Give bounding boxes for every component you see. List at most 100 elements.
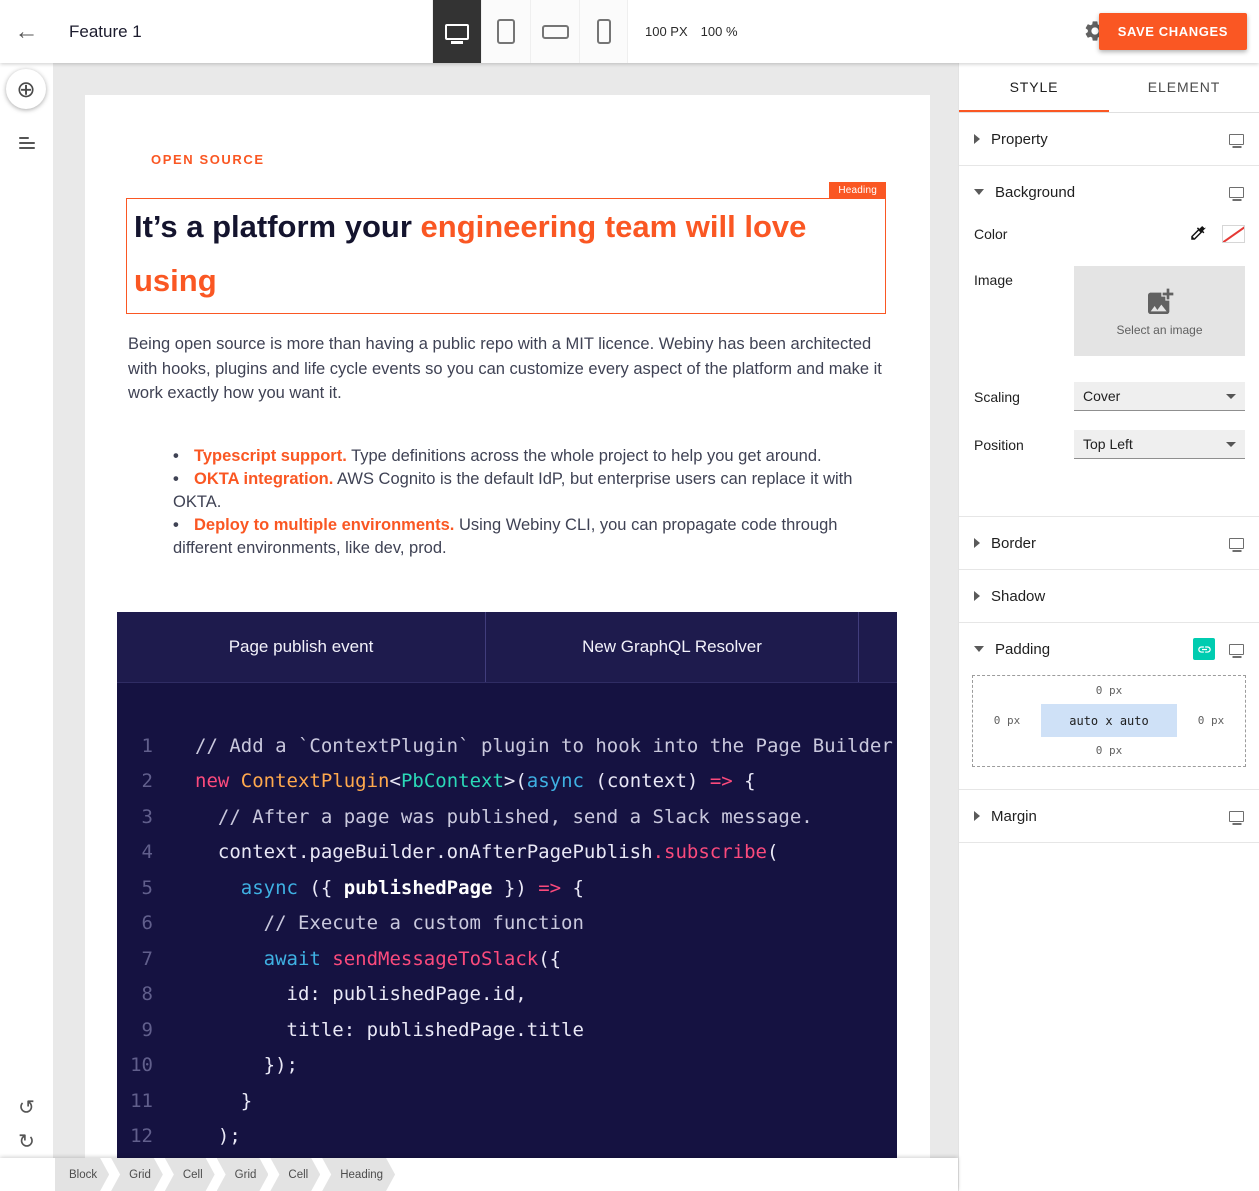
breadcrumb-block[interactable]: Block xyxy=(55,1158,109,1191)
bullet-icon: • xyxy=(173,445,194,468)
tab-element[interactable]: ELEMENT xyxy=(1109,63,1259,112)
section-background-header[interactable]: Background xyxy=(959,166,1259,218)
breadcrumb-cell-2[interactable]: Cell xyxy=(270,1158,320,1191)
background-image-row: Image Select an image xyxy=(974,266,1245,356)
background-scaling-row: Scaling Cover xyxy=(974,382,1245,411)
code-line: 6 // Execute a custom function xyxy=(117,906,897,942)
scaling-select[interactable]: Cover xyxy=(1074,382,1245,411)
section-property-header[interactable]: Property xyxy=(959,113,1259,165)
tablet-icon xyxy=(497,19,515,44)
color-none-swatch[interactable] xyxy=(1222,225,1245,243)
page-document: OPEN SOURCE Heading It’s a platform your… xyxy=(85,95,930,1191)
element-type-badge: Heading xyxy=(829,182,886,198)
editor-canvas: OPEN SOURCE Heading It’s a platform your… xyxy=(53,63,958,1191)
background-color-row: Color xyxy=(974,224,1245,244)
zoom-width-value: 100 PX xyxy=(645,24,688,39)
code-line: 9 title: publishedPage.title xyxy=(117,1013,897,1049)
code-tab-partial xyxy=(858,612,897,682)
mobile-portrait-icon xyxy=(597,19,611,44)
chevron-right-icon xyxy=(974,134,980,144)
chevron-right-icon xyxy=(974,591,980,601)
section-margin-header[interactable]: Margin xyxy=(959,790,1259,842)
mobile-landscape-icon xyxy=(542,25,569,39)
code-line: 8 id: publishedPage.id, xyxy=(117,977,897,1013)
chevron-down-icon xyxy=(974,646,984,652)
color-picker-button[interactable] xyxy=(1189,224,1209,244)
device-mobile-portrait-button[interactable] xyxy=(579,0,628,63)
kicker-text[interactable]: OPEN SOURCE xyxy=(151,152,888,167)
undo-button[interactable]: ↺ xyxy=(0,1095,53,1120)
section-shadow: Shadow xyxy=(959,570,1259,623)
add-image-icon xyxy=(1144,286,1176,318)
desktop-scope-icon[interactable] xyxy=(1229,134,1244,145)
code-line: 2new ContextPlugin<PbContext>(async (con… xyxy=(117,764,897,800)
select-image-button[interactable]: Select an image xyxy=(1074,266,1245,356)
add-element-button[interactable]: ⊕ xyxy=(6,69,46,109)
list-icon xyxy=(19,137,29,139)
back-arrow-icon: ← xyxy=(15,18,39,46)
redo-icon: ↻ xyxy=(18,1131,35,1153)
element-tree-button[interactable] xyxy=(0,129,53,157)
page-title: Feature 1 xyxy=(69,22,142,42)
section-padding-header[interactable]: Padding xyxy=(959,623,1259,675)
bullet-list-element[interactable]: •Typescript support. Type definitions ac… xyxy=(128,445,885,560)
heading-text: It’s a platform your engineering team wi… xyxy=(134,200,873,308)
section-shadow-header[interactable]: Shadow xyxy=(959,570,1259,622)
device-mobile-landscape-button[interactable] xyxy=(530,0,579,63)
section-property: Property xyxy=(959,113,1259,166)
background-position-row: Position Top Left xyxy=(974,430,1245,459)
padding-size-value[interactable]: auto x auto xyxy=(1041,704,1177,737)
code-line: 11 } xyxy=(117,1084,897,1120)
breadcrumb-grid-2[interactable]: Grid xyxy=(217,1158,269,1191)
bullet-icon: • xyxy=(173,468,194,491)
code-image-element[interactable]: Page publish event New GraphQL Resolver … xyxy=(117,612,897,1186)
zoom-info: 100 PX 100 % xyxy=(645,0,738,63)
device-tablet-button[interactable] xyxy=(481,0,530,63)
desktop-scope-icon[interactable] xyxy=(1229,644,1244,655)
section-margin: Margin xyxy=(959,790,1259,843)
code-line: 4 context.pageBuilder.onAfterPagePublish… xyxy=(117,835,897,871)
link-icon xyxy=(1197,642,1212,657)
desktop-scope-icon[interactable] xyxy=(1229,538,1244,549)
desktop-scope-icon[interactable] xyxy=(1229,811,1244,822)
list-item: •OKTA integration. AWS Cognito is the de… xyxy=(128,468,885,514)
breadcrumb-heading[interactable]: Heading xyxy=(322,1158,395,1191)
top-bar: ← Feature 1 100 PX 100 % SAVE CHANGES xyxy=(0,0,1259,63)
padding-top-value[interactable]: 0 px xyxy=(979,684,1239,697)
padding-bottom-value[interactable]: 0 px xyxy=(979,744,1239,757)
code-lines: 1// Add a `ContextPlugin` plugin to hook… xyxy=(117,683,897,1155)
section-border-header[interactable]: Border xyxy=(959,517,1259,569)
code-line: 5 async ({ publishedPage }) => { xyxy=(117,871,897,907)
section-padding: Padding 0 px 0 px auto x auto 0 px 0 px xyxy=(959,623,1259,790)
undo-icon: ↺ xyxy=(18,1097,35,1119)
save-changes-button[interactable]: SAVE CHANGES xyxy=(1099,13,1247,50)
bullet-icon: • xyxy=(173,514,194,537)
tab-style[interactable]: STYLE xyxy=(959,63,1109,112)
code-tab-graphql-resolver: New GraphQL Resolver xyxy=(485,612,858,682)
code-tab-page-publish: Page publish event xyxy=(117,612,485,682)
code-line: 10 }); xyxy=(117,1048,897,1084)
code-line: 7 await sendMessageToSlack({ xyxy=(117,942,897,978)
list-item: •Typescript support. Type definitions ac… xyxy=(128,445,885,468)
redo-button[interactable]: ↻ xyxy=(0,1129,53,1154)
paragraph-element[interactable]: Being open source is more than having a … xyxy=(128,332,885,406)
device-preview-switcher xyxy=(432,0,628,63)
back-button[interactable]: ← xyxy=(0,0,53,63)
padding-right-value[interactable]: 0 px xyxy=(1183,714,1239,727)
code-line: 3 // After a page was published, send a … xyxy=(117,800,897,836)
padding-left-value[interactable]: 0 px xyxy=(979,714,1035,727)
breadcrumb-grid[interactable]: Grid xyxy=(111,1158,163,1191)
chevron-down-icon xyxy=(974,189,984,195)
breadcrumb-cell[interactable]: Cell xyxy=(165,1158,215,1191)
style-panel: STYLE ELEMENT Property Background Color xyxy=(958,63,1259,1191)
device-desktop-button[interactable] xyxy=(432,0,481,63)
code-tabs-bar: Page publish event New GraphQL Resolver xyxy=(117,612,897,683)
code-line: 12 ); xyxy=(117,1119,897,1155)
desktop-scope-icon[interactable] xyxy=(1229,187,1244,198)
link-values-button[interactable] xyxy=(1193,638,1215,660)
desktop-icon xyxy=(445,24,469,40)
selected-heading-element[interactable]: Heading It’s a platform your engineering… xyxy=(126,198,886,314)
position-select[interactable]: Top Left xyxy=(1074,430,1245,459)
editor-root: ← Feature 1 100 PX 100 % SAVE CHANGES xyxy=(0,0,1259,1191)
list-item: •Deploy to multiple environments. Using … xyxy=(128,514,885,560)
